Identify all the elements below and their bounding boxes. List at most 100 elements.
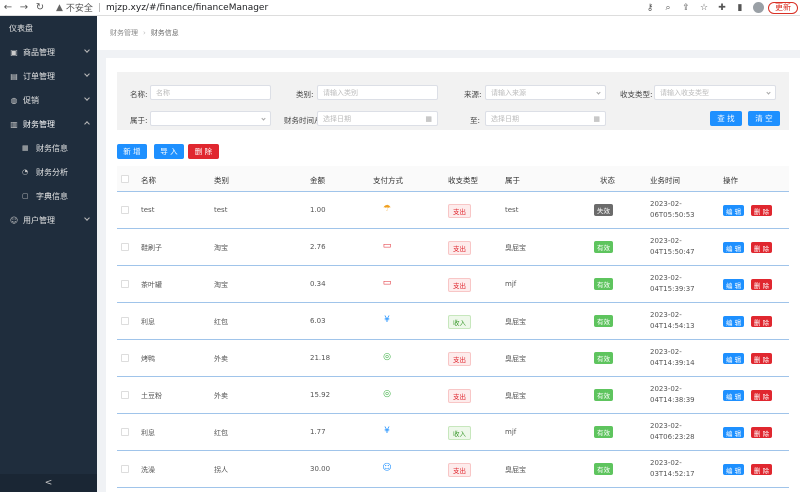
- edit-button[interactable]: 编 辑: [723, 316, 745, 327]
- status-badge: 有效: [594, 389, 613, 401]
- cell-belong: test: [505, 206, 519, 214]
- cell-amount: 2.76: [310, 243, 326, 251]
- source-select[interactable]: 请输入来源: [485, 85, 606, 100]
- delete-button[interactable]: 删 除: [751, 316, 773, 327]
- sidebar-subitem-finance-analysis[interactable]: ◔ 财务分析: [0, 160, 97, 184]
- delete-button[interactable]: 删 除: [751, 390, 773, 401]
- calendar-icon: ▦: [425, 115, 432, 123]
- chevron-up-icon: [84, 121, 90, 127]
- sidebar-subitem-finance-info[interactable]: ▦ 财务信息: [0, 136, 97, 160]
- cell-belong: 臭屁宝: [505, 392, 526, 400]
- header-belong: 属于: [505, 176, 520, 185]
- cell-belong: mjf: [505, 280, 517, 288]
- sidebar-subitem-label: 财务信息: [36, 143, 68, 153]
- extensions-icon[interactable]: ✚: [713, 0, 731, 16]
- side-panel-icon[interactable]: ▮: [731, 0, 749, 16]
- alipay-icon: ☂: [382, 204, 392, 214]
- clear-button[interactable]: 清 空: [748, 111, 780, 126]
- cell-name: 洗澡: [141, 466, 155, 474]
- order-icon: ▤: [10, 71, 18, 81]
- edit-button[interactable]: 编 辑: [723, 427, 745, 438]
- import-button[interactable]: 导 入: [154, 144, 184, 159]
- header-type: 收支类型: [448, 176, 478, 185]
- finance-table: 名称 类别 金额 支付方式 收支类型 属于 状态 业务时间 操作 test tes…: [117, 166, 789, 488]
- cell-name: 土豆粉: [141, 392, 162, 400]
- belong-select[interactable]: [150, 111, 271, 126]
- profile-avatar[interactable]: [753, 2, 764, 13]
- search-button[interactable]: 查 找: [710, 111, 742, 126]
- delete-button[interactable]: 删 除: [751, 205, 773, 216]
- cell-category: 外卖: [214, 392, 228, 400]
- card-icon: ▭: [382, 278, 392, 288]
- delete-button[interactable]: 删 除: [751, 242, 773, 253]
- promotion-icon: ◍: [10, 95, 18, 105]
- source-label: 来源:: [464, 90, 482, 99]
- add-button[interactable]: 新 增: [117, 144, 147, 159]
- sidebar-collapse-button[interactable]: <: [0, 474, 97, 492]
- delete-button[interactable]: 删 除: [751, 279, 773, 290]
- sidebar: 仪表盘 ▣ 商品管理 ▤ 订单管理 ◍ 促销 ▥ 财务管理 ▦ 财务信息 ◔ 财…: [0, 16, 97, 492]
- address-bar[interactable]: ▲ 不安全 | mjzp.xyz/#/finance/financeManage…: [56, 1, 641, 15]
- delete-button[interactable]: 删 除: [751, 427, 773, 438]
- edit-button[interactable]: 编 辑: [723, 279, 745, 290]
- bookmark-star-icon[interactable]: ☆: [695, 0, 713, 16]
- batch-delete-button[interactable]: 删 除: [188, 144, 219, 159]
- delete-button[interactable]: 删 除: [751, 353, 773, 364]
- row-checkbox[interactable]: [121, 317, 129, 325]
- sidebar-item-promotion[interactable]: ◍ 促销: [0, 88, 97, 112]
- row-checkbox[interactable]: [121, 391, 129, 399]
- filter-panel: 名称: 名称 类别: 请输入类别 来源: 请输入来源 收支类型: 请输入收支类型…: [117, 72, 789, 130]
- sidebar-item-label: 仪表盘: [9, 23, 33, 33]
- sidebar-item-goods[interactable]: ▣ 商品管理: [0, 40, 97, 64]
- start-date-picker[interactable]: 选择日期 ▦: [317, 111, 438, 126]
- sidebar-item-users[interactable]: ☺ 用户管理: [0, 208, 97, 232]
- yen-icon: ¥: [384, 426, 390, 436]
- delete-button[interactable]: 删 除: [751, 464, 773, 475]
- edit-button[interactable]: 编 辑: [723, 390, 745, 401]
- sidebar-item-finance[interactable]: ▥ 财务管理: [0, 112, 97, 136]
- sidebar-item-label: 财务管理: [23, 119, 55, 129]
- calendar-icon: ▦: [593, 115, 600, 123]
- header-status: 状态: [600, 176, 615, 185]
- dictionary-icon: ▢: [22, 192, 29, 200]
- breadcrumb-parent[interactable]: 财务管理: [110, 28, 138, 38]
- share-icon[interactable]: ⇪: [677, 0, 695, 16]
- edit-button[interactable]: 编 辑: [723, 205, 745, 216]
- finance-analysis-icon: ◔: [22, 168, 29, 176]
- type-tag: 收入: [448, 426, 471, 440]
- edit-button[interactable]: 编 辑: [723, 353, 745, 364]
- status-badge: 有效: [594, 463, 613, 475]
- sidebar-item-orders[interactable]: ▤ 订单管理: [0, 64, 97, 88]
- sidebar-item-dashboard[interactable]: 仪表盘: [0, 16, 97, 40]
- cell-time-date: 2023-02-: [650, 385, 682, 393]
- finance-submenu: ▦ 财务信息 ◔ 财务分析 ▢ 字典信息: [0, 136, 97, 208]
- name-input[interactable]: 名称: [150, 85, 271, 100]
- type-select[interactable]: 请输入收支类型: [654, 85, 776, 100]
- category-input[interactable]: 请输入类别: [317, 85, 438, 100]
- end-date-picker[interactable]: 选择日期 ▦: [485, 111, 606, 126]
- edit-button[interactable]: 编 辑: [723, 464, 745, 475]
- status-badge: 有效: [594, 315, 613, 327]
- cell-time-clock: 04T14:39:14: [650, 359, 695, 367]
- key-icon[interactable]: ⚷: [641, 0, 659, 16]
- update-button[interactable]: 更新: [768, 1, 798, 14]
- row-checkbox[interactable]: [121, 354, 129, 362]
- row-checkbox[interactable]: [121, 280, 129, 288]
- table-row: test test 1.00 ☂ 支出 test 失效 2023-02- 06T05:50:53…: [117, 192, 789, 229]
- zoom-icon[interactable]: ⌕: [659, 0, 677, 16]
- chevron-down-icon: [84, 47, 90, 53]
- back-arrow-icon[interactable]: ←: [0, 0, 16, 16]
- forward-arrow-icon[interactable]: →: [16, 0, 32, 16]
- type-tag: 支出: [448, 352, 471, 366]
- reload-icon[interactable]: ↻: [32, 0, 48, 16]
- row-checkbox[interactable]: [121, 206, 129, 214]
- row-checkbox[interactable]: [121, 243, 129, 251]
- sidebar-subitem-dictionary[interactable]: ▢ 字典信息: [0, 184, 97, 208]
- row-checkbox[interactable]: [121, 428, 129, 436]
- type-tag: 支出: [448, 389, 471, 403]
- edit-button[interactable]: 编 辑: [723, 242, 745, 253]
- cell-time-clock: 04T14:54:13: [650, 322, 695, 330]
- goods-icon: ▣: [10, 47, 18, 57]
- select-all-checkbox[interactable]: [121, 175, 129, 183]
- row-checkbox[interactable]: [121, 465, 129, 473]
